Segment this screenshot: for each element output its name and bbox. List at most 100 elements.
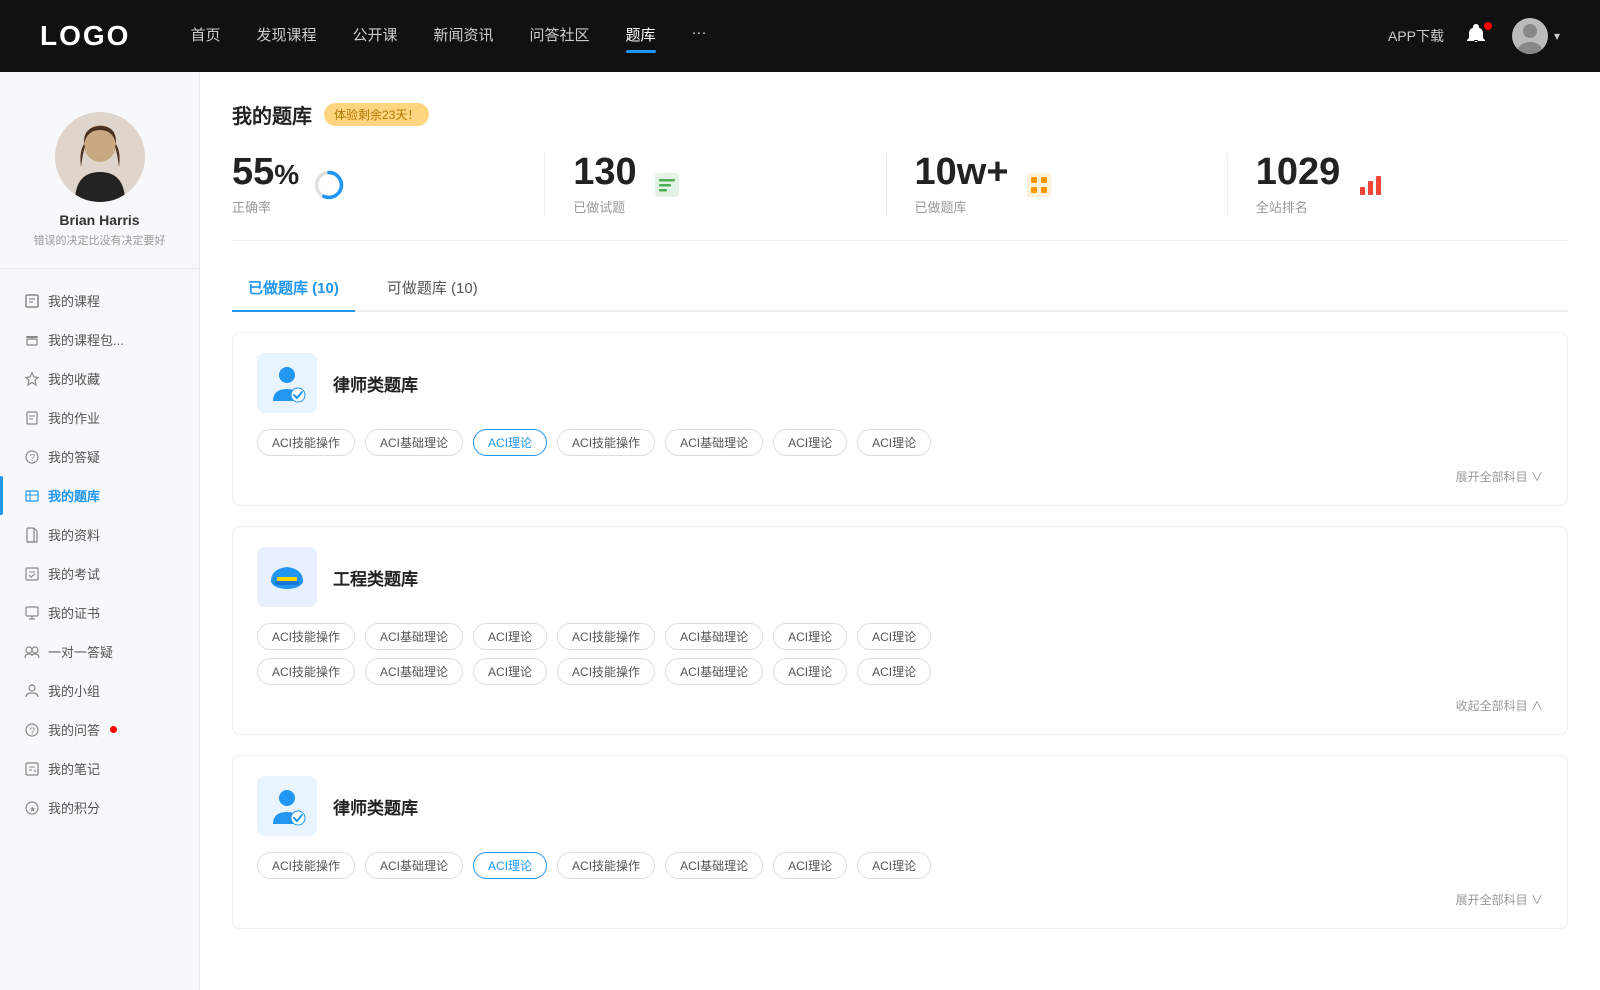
tab-available[interactable]: 可做题库 (10) [371,269,494,310]
tag-active[interactable]: ACI理论 [473,429,547,456]
sidebar-item-profile[interactable]: 我的资料 [0,515,199,554]
stat-done-questions: 130 已做试题 [545,153,886,216]
nav-news[interactable]: 新闻资讯 [434,24,494,49]
tag[interactable]: ACI理论 [773,658,847,685]
tag[interactable]: ACI理论 [857,623,931,650]
bar-chart-icon [1354,169,1386,201]
notification-bell[interactable] [1464,22,1492,50]
qbank-card-lawyer2: 律师类题库 ACI技能操作 ACI基础理论 ACI理论 ACI技能操作 ACI基… [232,755,1568,929]
question-icon: ? [24,722,40,738]
nav-home[interactable]: 首页 [190,24,220,49]
tag[interactable]: ACI技能操作 [557,623,655,650]
nav-open-course[interactable]: 公开课 [352,24,397,49]
stat-done-q-value: 130 已做试题 [573,153,636,216]
file-icon [24,527,40,543]
sidebar-label-profile: 我的资料 [48,525,100,544]
logo: LOGO [40,20,130,52]
tag-active[interactable]: ACI理论 [473,852,547,879]
tag[interactable]: ACI基础理论 [665,623,763,650]
tag[interactable]: ACI技能操作 [557,658,655,685]
sidebar-label-course: 我的课程 [48,291,100,310]
package-icon [24,332,40,348]
qa-icon: ? [24,449,40,465]
sidebar-item-course[interactable]: 我的课程 [0,281,199,320]
nav-qbank[interactable]: 题库 [626,24,656,49]
question-badge [110,726,117,733]
tab-done[interactable]: 已做题库 (10) [232,269,355,310]
donut-chart-icon [313,169,345,201]
tag[interactable]: ACI理论 [773,852,847,879]
sidebar-label-homework: 我的作业 [48,408,100,427]
stat-rank: 1029 全站排名 [1228,153,1568,216]
page-title: 我的题库 [232,100,312,129]
tag[interactable]: ACI技能操作 [257,429,355,456]
tag[interactable]: ACI基础理论 [365,623,463,650]
main-layout: Brian Harris 错误的决定比没有决定要好 我的课程 我的课程包... … [0,72,1600,990]
tag[interactable]: ACI技能操作 [257,623,355,650]
stat-accuracy-value: 55% 正确率 [232,153,299,216]
stat-rank-value: 1029 全站排名 [1256,153,1341,216]
user-avatar-menu[interactable]: ▾ [1512,18,1560,54]
sidebar-label-points: 我的积分 [48,798,100,817]
sidebar-item-homework[interactable]: 我的作业 [0,398,199,437]
qbank-card-engineering: 工程类题库 ACI技能操作 ACI基础理论 ACI理论 ACI技能操作 ACI基… [232,526,1568,735]
nav-discover[interactable]: 发现课程 [256,24,316,49]
sidebar-item-points[interactable]: ★ 我的积分 [0,788,199,827]
profile-motto: 错误的决定比没有决定要好 [34,232,166,248]
tag[interactable]: ACI基础理论 [365,658,463,685]
tag[interactable]: ACI理论 [857,429,931,456]
top-navigation: LOGO 首页 发现课程 公开课 新闻资讯 问答社区 题库 ··· APP下载 … [0,0,1600,72]
app-download-link[interactable]: APP下载 [1388,26,1444,46]
sidebar-item-oneone[interactable]: 一对一答疑 [0,632,199,671]
tag[interactable]: ACI技能操作 [557,852,655,879]
avatar [1512,18,1548,54]
tag[interactable]: ACI基础理论 [665,658,763,685]
tag[interactable]: ACI基础理论 [365,852,463,879]
tag[interactable]: ACI理论 [473,623,547,650]
sidebar-item-exam[interactable]: 我的考试 [0,554,199,593]
course-icon [24,293,40,309]
nav-qa[interactable]: 问答社区 [530,24,590,49]
sidebar-label-qbank: 我的题库 [48,486,100,505]
expand-link-lawyer2[interactable]: 展开全部科目 ∨ [257,887,1543,908]
stat-done-bank-value: 10w+ 已做题库 [915,153,1009,216]
nav-links: 首页 发现课程 公开课 新闻资讯 问答社区 题库 ··· [190,24,1388,49]
sidebar-item-cert[interactable]: 我的证书 [0,593,199,632]
qbank-title-lawyer2: 律师类题库 [333,794,418,819]
tag[interactable]: ACI基础理论 [365,429,463,456]
collapse-link-eng[interactable]: 收起全部科目 ∧ [257,693,1543,714]
tag[interactable]: ACI技能操作 [257,852,355,879]
bank-icon [24,488,40,504]
tag[interactable]: ACI基础理论 [665,852,763,879]
tag[interactable]: ACI基础理论 [665,429,763,456]
nav-more[interactable]: ··· [692,24,707,49]
lawyer2-icon [257,776,317,836]
sidebar-label-notes: 我的笔记 [48,759,100,778]
tag[interactable]: ACI理论 [857,658,931,685]
main-content: 我的题库 体验剩余23天！ 55% 正确率 [200,72,1600,990]
group-icon [24,683,40,699]
sidebar-item-group[interactable]: 我的小组 [0,671,199,710]
chevron-down-icon: ▾ [1554,29,1560,43]
qbank-title-eng: 工程类题库 [333,565,418,590]
sidebar-item-question[interactable]: ? 我的问答 [0,710,199,749]
expand-link-lawyer1[interactable]: 展开全部科目 ∨ [257,464,1543,485]
svg-text:?: ? [30,453,36,464]
sidebar-label-qa: 我的答疑 [48,447,100,466]
stat-done-banks: 10w+ 已做题库 [887,153,1228,216]
sidebar-item-favorites[interactable]: 我的收藏 [0,359,199,398]
stat-accuracy: 55% 正确率 [232,153,545,216]
tag[interactable]: ACI技能操作 [557,429,655,456]
sidebar-label-group: 我的小组 [48,681,100,700]
sidebar-item-qbank[interactable]: 我的题库 [0,476,199,515]
tag[interactable]: ACI理论 [773,623,847,650]
tag[interactable]: ACI技能操作 [257,658,355,685]
tag[interactable]: ACI理论 [473,658,547,685]
sidebar-item-notes[interactable]: 我的笔记 [0,749,199,788]
tag[interactable]: ACI理论 [773,429,847,456]
note-icon [24,761,40,777]
sidebar-item-qa[interactable]: ? 我的答疑 [0,437,199,476]
sidebar-item-package[interactable]: 我的课程包... [0,320,199,359]
exam-icon [24,566,40,582]
tag[interactable]: ACI理论 [857,852,931,879]
